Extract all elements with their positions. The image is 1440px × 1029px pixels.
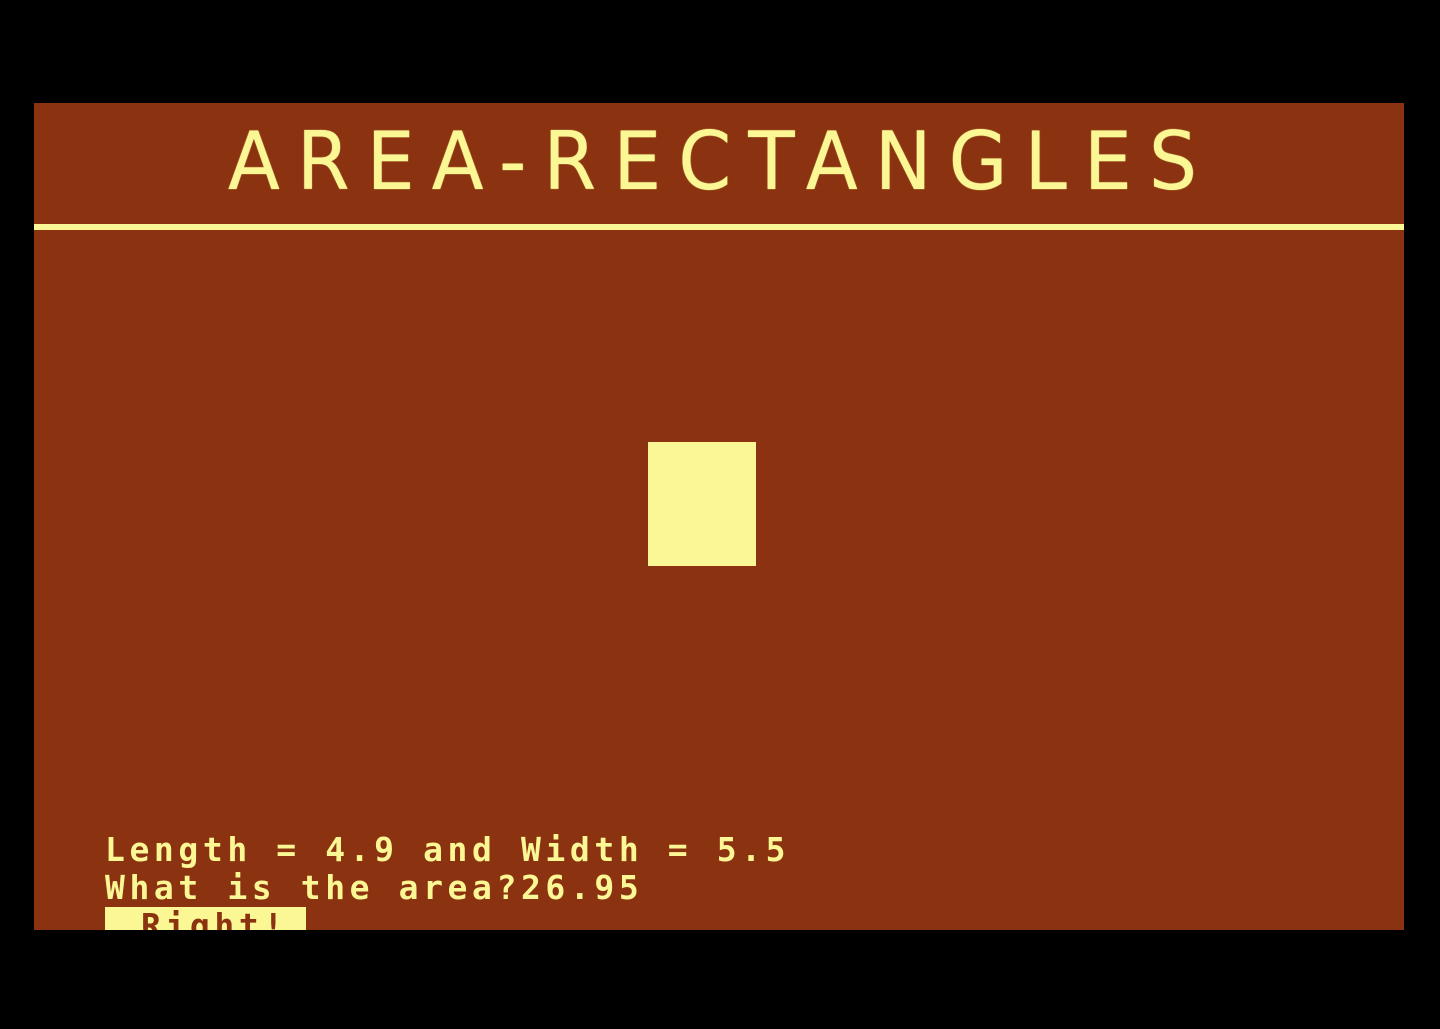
text-console: Length = 4.9 and Width = 5.5 What is the…: [34, 750, 1404, 930]
dimensions-line: Length = 4.9 and Width = 5.5: [105, 830, 791, 869]
feedback-label: Right!: [141, 906, 288, 931]
question-line[interactable]: What is the area?26.95: [105, 869, 643, 907]
feedback-banner: Right!: [105, 907, 306, 930]
page-title: AREA-RECTANGLES: [227, 113, 1215, 208]
title-bar: AREA-RECTANGLES: [34, 103, 1404, 230]
rectangle-figure: [648, 442, 756, 566]
game-screen: AREA-RECTANGLES Length = 4.9 and Width =…: [34, 103, 1404, 930]
crt-bezel: AREA-RECTANGLES Length = 4.9 and Width =…: [0, 0, 1440, 1029]
shape-canvas: [34, 230, 1404, 770]
